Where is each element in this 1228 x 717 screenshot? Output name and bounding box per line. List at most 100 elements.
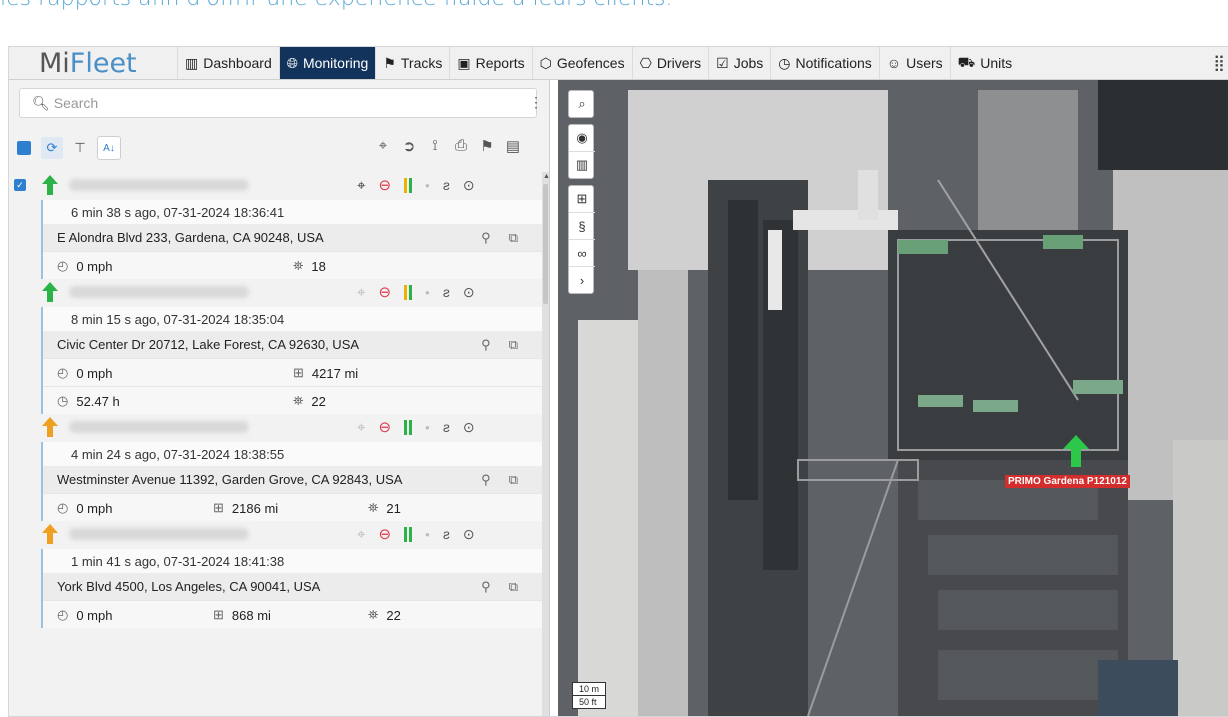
nav-dashboard[interactable]: ▥ Dashboard [177,47,279,79]
external-link-icon[interactable]: ⧉ [509,579,518,595]
sort-az-icon[interactable]: A↓ [97,136,121,160]
nav-notifications[interactable]: ◷ Notifications [770,47,878,79]
vehicle-label[interactable]: PRIMO Gardena P121012 [1005,475,1130,488]
pin-icon[interactable]: ⚲ [481,230,491,246]
map-layers-icon[interactable]: ▥ [569,152,595,178]
locate-unit-icon[interactable]: ⌖ [357,177,365,194]
unit-detail: 1 min 41 s ago, 07-31-2024 18:41:38 York… [41,549,542,628]
external-link-icon[interactable]: ⧉ [509,337,518,353]
stat-odometer-value: 4217 mi [311,365,359,381]
direction-arrow-icon [42,282,58,307]
unit-header-row[interactable]: ✓ ⌖ ⊖ ● ƨ ⊙ [9,172,542,200]
stat-hours-value: 52.47 h [76,393,120,409]
unit-name-blurred [69,179,249,191]
unit-status-icons: ⌖ ⊖ ● ƨ ⊙ [357,418,475,437]
nav-tracks[interactable]: ⚑ Tracks [375,47,449,79]
group-tree-icon[interactable]: ⊤ [69,137,91,159]
expand-chevron-icon[interactable]: › [569,267,595,293]
nav-label: Geofences [556,55,625,71]
satellite-signal-icon[interactable]: ⟟ [425,137,445,155]
expand-unit-icon[interactable]: ⊙ [463,419,475,436]
stat-speed: ◴ 0 mph [57,365,112,381]
nav-users[interactable]: ☺ Users [878,47,950,79]
locate-unit-icon[interactable]: ⌖ [357,419,365,436]
stat-satellites-value: 21 [386,500,401,516]
ignition-off-icon: ⊖ [378,419,392,436]
list-toolbar: ⟳ ⊤ A↓ ⌖ ➲ ⟟ ⎙ ⚑ ▤ [13,135,523,161]
check-square-icon: ☑ [716,54,729,71]
expand-unit-icon[interactable]: ⊙ [463,284,475,301]
unit-address: E Alondra Blvd 233, Gardena, CA 90248, U… [57,230,324,245]
direction-arrow-icon [42,417,58,442]
nav-reports[interactable]: ▣ Reports [449,47,531,79]
unit-checkbox[interactable]: ✓ [14,179,26,191]
nearby-icon[interactable]: ∞ [569,240,595,267]
nav-label: Users [906,55,943,71]
last-update-time: 4 min 24 s ago, 07-31-2024 18:38:55 [43,442,542,466]
nav-geofences[interactable]: ⬡ Geofences [531,47,632,79]
unit-name-blurred [69,421,249,433]
unit-address-row: Westminster Avenue 11392, Garden Grove, … [43,466,542,493]
crosshair-icon[interactable]: ⌖ [373,137,393,155]
apps-grid-icon[interactable]: ⣿ [1213,53,1225,73]
speedometer-icon: ◴ [57,365,69,380]
unit-header-row[interactable]: ⌖ ⊖ ● ƨ ⊙ [9,521,542,549]
stat-speed-value: 0 mph [76,365,113,381]
speedometer-icon: ◴ [57,258,69,273]
navigate-icon[interactable]: ➲ [399,137,419,155]
unit-address: Westminster Avenue 11392, Garden Grove, … [57,472,403,487]
external-link-icon[interactable]: ⧉ [509,472,518,488]
pin-icon[interactable]: ⚲ [481,472,491,488]
bar-chart-icon: ▥ [185,54,199,71]
nav-label: Monitoring [302,55,369,71]
status-dot-icon: ● [425,422,430,432]
unit-status-icons: ⌖ ⊖ ● ƨ ⊙ [357,283,475,302]
stat-satellites: ⛯ 22 [293,393,326,409]
expand-unit-icon[interactable]: ⊙ [463,526,475,543]
status-dot-icon: ● [425,287,430,297]
connection-icon: ƨ [442,526,450,542]
unit-stats-row: ◷ 52.47 h ⛯ 22 [43,386,542,414]
units-sidebar: 🔍︎ Search ⋮ ⟳ ⊤ A↓ ⌖ ➲ ⟟ ⎙ ⚑ ▤ ✓ ⌖ ⊖ ● ƨ… [9,80,550,716]
nav-jobs[interactable]: ☑ Jobs [708,47,770,79]
locate-unit-icon[interactable]: ⌖ [357,526,365,543]
vehicle-marker-icon[interactable] [1063,435,1089,467]
stat-satellites: ⛯ 21 [368,500,401,516]
unit-header-row[interactable]: ⌖ ⊖ ● ƨ ⊙ [9,279,542,307]
nav-label: Dashboard [203,55,272,71]
nav-units[interactable]: ⛟ Units [949,47,1020,79]
unit-detail: 6 min 38 s ago, 07-31-2024 18:36:41 E Al… [41,200,542,279]
select-all-checkbox[interactable] [13,137,35,159]
last-update-time: 1 min 41 s ago, 07-31-2024 18:41:38 [43,549,542,573]
nav-monitoring[interactable]: 🌐︎ Monitoring [278,47,376,79]
search-input[interactable]: 🔍︎ Search [19,88,537,118]
scrollbar-thumb[interactable] [543,184,548,304]
refresh-icon[interactable]: ⟳ [41,137,63,159]
scroll-up-icon[interactable]: ▲ [543,173,549,180]
track-flag-icon[interactable]: ⚑ [477,137,497,155]
pin-icon[interactable]: ⚲ [481,337,491,353]
clipboard-icon[interactable]: ▤ [503,137,523,155]
scale-feet: 50 ft [579,697,597,707]
unit-stats-row: ◴ 0 mph ⊞ 4217 mi [43,358,542,386]
last-update-time: 8 min 15 s ago, 07-31-2024 18:35:04 [43,307,542,331]
map-view[interactable]: ⌕ ◉ ▥ ⊞ § ∞ › PRIMO Gardena P121012 10 m… [558,80,1228,716]
nav-drivers[interactable]: ⎔ Drivers [631,47,709,79]
unit-header-row[interactable]: ⌖ ⊖ ● ƨ ⊙ [9,414,542,442]
unit-detail: 8 min 15 s ago, 07-31-2024 18:35:04 Civi… [41,307,542,414]
locate-unit-icon[interactable]: ⌖ [357,284,365,301]
nav-label: Tracks [400,55,443,71]
external-link-icon[interactable]: ⧉ [509,230,518,246]
pin-icon[interactable]: ⚲ [481,579,491,595]
report-icon: ▣ [457,54,471,71]
status-dot-icon: ● [425,529,430,539]
driver-icon[interactable]: ⎙ [451,137,471,155]
map-search-icon[interactable]: ⌕ [569,91,595,117]
mifleet-logo[interactable]: Mi Fleet [9,47,177,79]
route-icon[interactable]: § [569,213,595,240]
map-scale-bar: 10 m 50 ft [572,682,607,709]
ruler-icon[interactable]: ⊞ [569,186,595,213]
expand-unit-icon[interactable]: ⊙ [463,177,475,194]
more-options-icon[interactable]: ⋮ [529,94,543,111]
eye-icon[interactable]: ◉ [569,125,595,152]
